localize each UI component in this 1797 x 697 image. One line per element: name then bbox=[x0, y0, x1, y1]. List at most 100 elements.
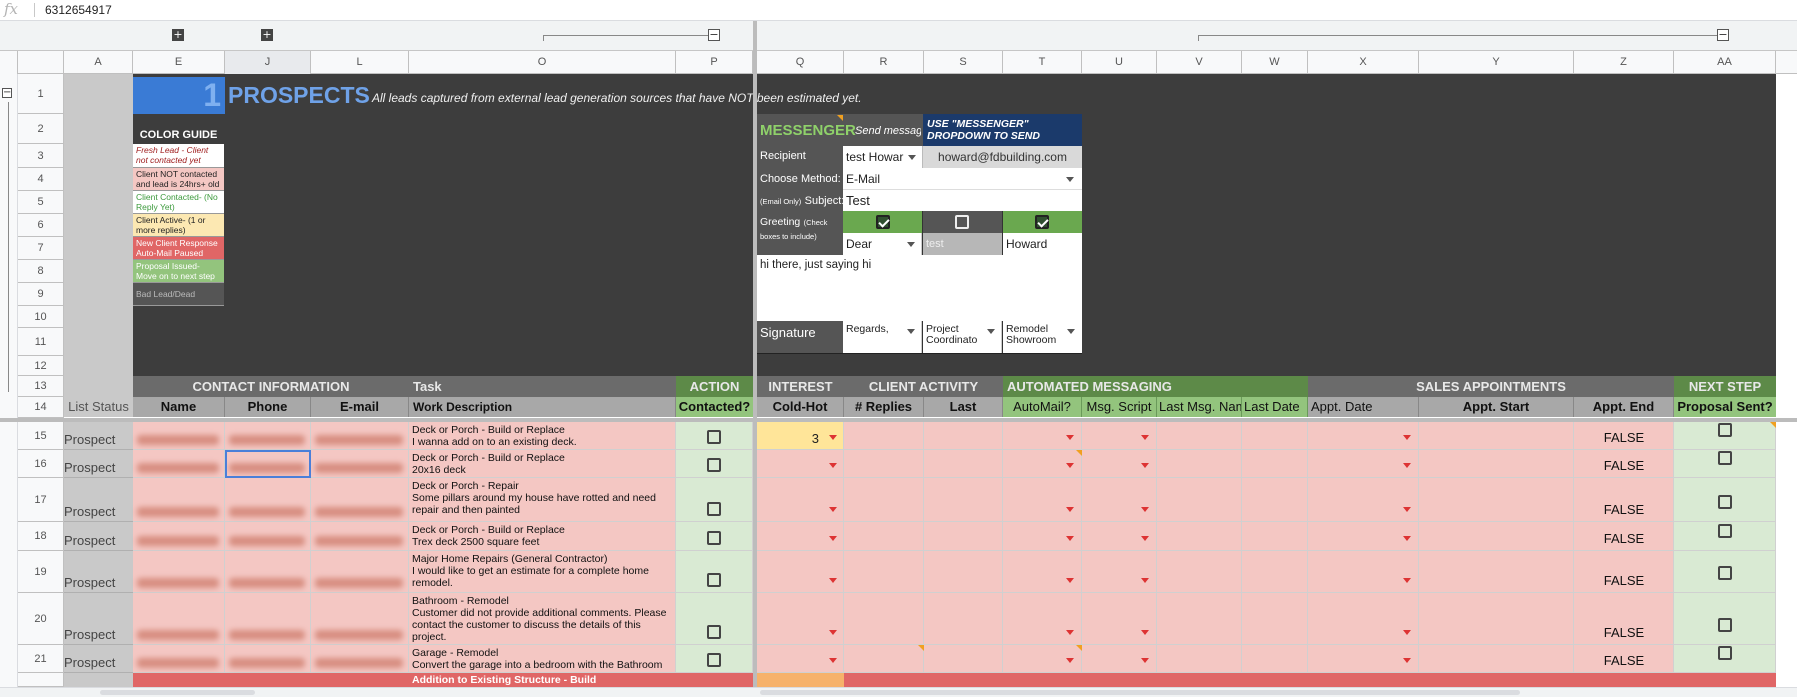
msg-script-dropdown-icon[interactable] bbox=[1141, 578, 1149, 583]
table-cell[interactable] bbox=[844, 593, 924, 645]
appt-date-dropdown-icon[interactable] bbox=[1403, 630, 1411, 635]
table-cell[interactable] bbox=[1003, 478, 1082, 522]
appt-date-dropdown-icon[interactable] bbox=[1403, 578, 1411, 583]
cold-hot-dropdown-icon[interactable] bbox=[829, 507, 837, 512]
contacted-checkbox[interactable] bbox=[707, 430, 721, 444]
proposal-sent-checkbox[interactable] bbox=[1718, 423, 1732, 437]
table-cell[interactable] bbox=[924, 593, 1003, 645]
proposal-sent-checkbox[interactable] bbox=[1718, 646, 1732, 660]
table-cell[interactable] bbox=[1157, 478, 1242, 522]
column-header-aa[interactable]: AA bbox=[1674, 51, 1776, 74]
table-cell[interactable] bbox=[1082, 593, 1157, 645]
msg-script-dropdown-icon[interactable] bbox=[1141, 463, 1149, 468]
table-cell[interactable] bbox=[1242, 478, 1308, 522]
column-header-x[interactable]: X bbox=[1308, 51, 1419, 74]
signature-2-chevron-down-icon[interactable] bbox=[987, 329, 995, 334]
scrollbar-thumb-left[interactable] bbox=[100, 690, 255, 695]
selected-cell-outline[interactable] bbox=[225, 450, 311, 478]
table-cell[interactable] bbox=[844, 450, 924, 478]
row-number[interactable]: 9 bbox=[18, 283, 64, 306]
collapse-rows-icon[interactable]: − bbox=[2, 88, 12, 98]
automail-dropdown-icon[interactable] bbox=[1066, 578, 1074, 583]
column-header-p[interactable]: P bbox=[676, 51, 753, 74]
msg-script-dropdown-icon[interactable] bbox=[1141, 630, 1149, 635]
collapse-group-o-icon[interactable]: − bbox=[708, 29, 720, 41]
column-header-l[interactable]: L bbox=[311, 51, 409, 74]
row-number[interactable]: 14 bbox=[18, 397, 64, 418]
table-cell[interactable] bbox=[1419, 645, 1574, 673]
table-cell[interactable] bbox=[844, 478, 924, 522]
column-header-w[interactable]: W bbox=[1242, 51, 1308, 74]
contacted-checkbox[interactable] bbox=[707, 502, 721, 516]
table-cell[interactable] bbox=[844, 422, 924, 450]
appt-date-dropdown-icon[interactable] bbox=[1403, 658, 1411, 663]
proposal-sent-checkbox[interactable] bbox=[1718, 618, 1732, 632]
expand-group-e-icon[interactable]: + bbox=[172, 29, 184, 41]
appt-date-dropdown-icon[interactable] bbox=[1403, 536, 1411, 541]
table-cell[interactable] bbox=[1157, 522, 1242, 551]
table-cell[interactable] bbox=[1419, 422, 1574, 450]
appt-date-dropdown-icon[interactable] bbox=[1403, 463, 1411, 468]
table-cell[interactable] bbox=[1082, 551, 1157, 593]
row-number[interactable]: 11 bbox=[18, 328, 64, 356]
table-cell[interactable] bbox=[757, 551, 844, 593]
proposal-sent-checkbox[interactable] bbox=[1718, 566, 1732, 580]
row-number[interactable]: 17 bbox=[18, 478, 64, 522]
table-cell[interactable] bbox=[1308, 551, 1419, 593]
msg-script-dropdown-icon[interactable] bbox=[1141, 507, 1149, 512]
proposal-sent-checkbox[interactable] bbox=[1718, 495, 1732, 509]
contacted-checkbox[interactable] bbox=[707, 531, 721, 545]
table-cell[interactable] bbox=[1419, 478, 1574, 522]
row-number[interactable]: 16 bbox=[18, 450, 64, 478]
proposal-sent-checkbox[interactable] bbox=[1718, 451, 1732, 465]
table-cell[interactable] bbox=[1242, 551, 1308, 593]
msg-script-dropdown-icon[interactable] bbox=[1141, 435, 1149, 440]
message-body[interactable]: hi there, just saying hi bbox=[757, 255, 1082, 321]
recipient-chevron-down-icon[interactable] bbox=[908, 155, 916, 160]
row-number[interactable]: 15 bbox=[18, 422, 64, 450]
column-header-q[interactable]: Q bbox=[757, 51, 844, 74]
automail-dropdown-icon[interactable] bbox=[1066, 463, 1074, 468]
table-cell[interactable] bbox=[924, 645, 1003, 673]
signature-1-chevron-down-icon[interactable] bbox=[907, 329, 915, 334]
signature-3-chevron-down-icon[interactable] bbox=[1067, 329, 1075, 334]
column-header-u[interactable]: U bbox=[1082, 51, 1157, 74]
method-chevron-down-icon[interactable] bbox=[1066, 177, 1074, 182]
automail-dropdown-icon[interactable] bbox=[1066, 536, 1074, 541]
column-header-r[interactable]: R bbox=[844, 51, 924, 74]
column-header-o[interactable]: O bbox=[409, 51, 676, 74]
row-number[interactable]: 6 bbox=[18, 214, 64, 237]
signature-select-3[interactable]: Remodel Showroom bbox=[1003, 321, 1082, 353]
table-cell[interactable] bbox=[757, 478, 844, 522]
row-number[interactable]: 13 bbox=[18, 376, 64, 397]
cold-hot-dropdown-icon[interactable] bbox=[829, 463, 837, 468]
table-cell[interactable] bbox=[757, 593, 844, 645]
automail-dropdown-icon[interactable] bbox=[1066, 507, 1074, 512]
collapse-group-right-icon[interactable]: − bbox=[1717, 29, 1729, 41]
column-header-z[interactable]: Z bbox=[1574, 51, 1674, 74]
appt-date-dropdown-icon[interactable] bbox=[1403, 507, 1411, 512]
cold-hot-dropdown-icon[interactable] bbox=[829, 578, 837, 583]
automail-dropdown-icon[interactable] bbox=[1066, 630, 1074, 635]
column-header-a[interactable]: A bbox=[64, 51, 133, 74]
column-header-j[interactable]: J bbox=[225, 51, 311, 74]
cold-hot-dropdown-icon[interactable] bbox=[829, 435, 837, 440]
table-cell[interactable] bbox=[1242, 522, 1308, 551]
cold-hot-dropdown-icon[interactable] bbox=[829, 536, 837, 541]
table-cell[interactable] bbox=[844, 551, 924, 593]
subject-input[interactable]: Test bbox=[843, 190, 1082, 211]
row-number[interactable]: 10 bbox=[18, 306, 64, 328]
table-cell[interactable] bbox=[1419, 593, 1574, 645]
automail-dropdown-icon[interactable] bbox=[1066, 435, 1074, 440]
msg-script-dropdown-icon[interactable] bbox=[1141, 536, 1149, 541]
table-cell[interactable] bbox=[1003, 551, 1082, 593]
table-cell[interactable] bbox=[924, 450, 1003, 478]
table-cell[interactable] bbox=[1242, 645, 1308, 673]
table-cell[interactable] bbox=[1003, 593, 1082, 645]
column-header-t[interactable]: T bbox=[1003, 51, 1082, 74]
proposal-sent-checkbox[interactable] bbox=[1718, 524, 1732, 538]
table-cell[interactable] bbox=[844, 522, 924, 551]
greeting-checkbox-1[interactable] bbox=[876, 215, 890, 229]
row-number[interactable]: 20 bbox=[18, 593, 64, 645]
msg-script-dropdown-icon[interactable] bbox=[1141, 658, 1149, 663]
